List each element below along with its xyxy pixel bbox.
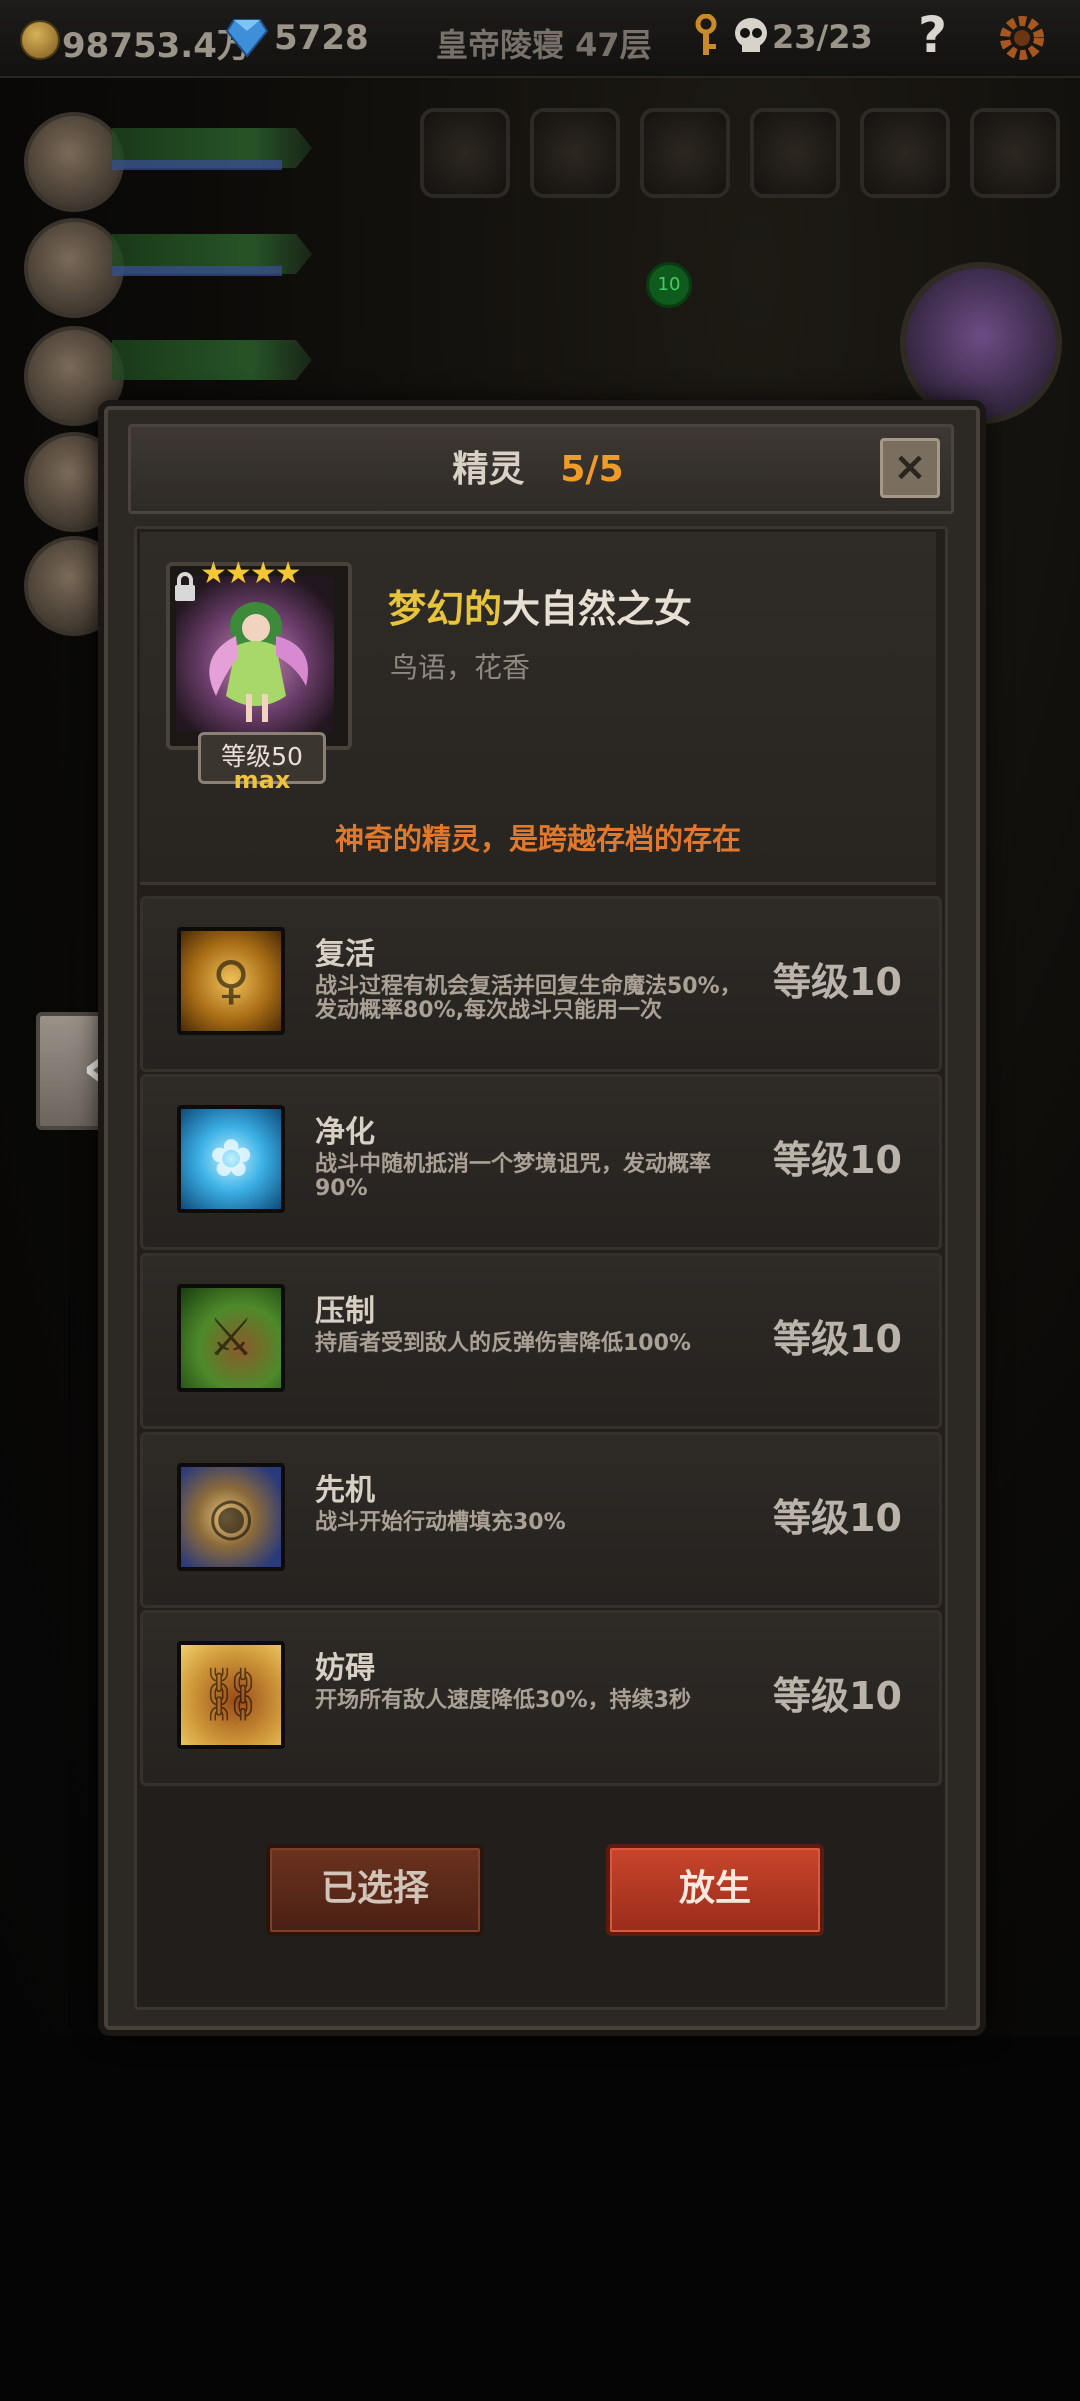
skill-row-revive[interactable]: ♀ 复活 战斗过程有机会复活并回复生命魔法50%，发动概率80%,每次战斗只能用… — [140, 896, 942, 1072]
skill-row-purify[interactable]: ✿ 净化 战斗中随机抵消一个梦境诅咒，发动概率90% 等级10 — [140, 1074, 942, 1250]
hero-avatar-1[interactable] — [24, 112, 124, 212]
skill-row-hinder[interactable]: ⛓ 妨碍 开场所有敌人速度降低30%，持续3秒 等级10 — [140, 1610, 942, 1786]
skill-name: 压制 — [315, 1294, 375, 1329]
scene-badge: 10 — [646, 262, 692, 308]
skill-description: 战斗过程有机会复活并回复生命魔法50%，发动概率80%,每次战斗只能用一次 — [315, 974, 742, 1023]
gem-icon — [225, 18, 269, 62]
purify-flower-icon: ✿ — [177, 1105, 285, 1213]
close-button[interactable]: × — [880, 438, 940, 498]
help-icon[interactable]: ? — [918, 6, 947, 64]
skill-name: 先机 — [315, 1473, 375, 1508]
skill-level: 等级10 — [773, 1496, 902, 1540]
rarity-stars: ★★★★ — [200, 556, 302, 591]
spirit-name-main: 大自然之女 — [502, 587, 693, 631]
item-slot-horn[interactable] — [750, 108, 840, 198]
gem-amount: 5728 — [274, 18, 369, 58]
hero-hp-bar-3 — [112, 340, 312, 380]
revive-figure-icon: ♀ — [211, 951, 251, 1011]
dialog-title-label: 精灵 — [452, 449, 525, 490]
skill-name: 净化 — [315, 1115, 375, 1150]
location-label: 皇帝陵寝 47层 — [436, 26, 652, 64]
skill-name: 复活 — [315, 937, 375, 972]
item-slot-feather[interactable] — [530, 108, 620, 198]
skill-level: 等级10 — [773, 1674, 902, 1718]
revive-icon: ♀ — [177, 927, 285, 1035]
skill-row-initiative[interactable]: ◉ 先机 战斗开始行动槽填充30% 等级10 — [140, 1432, 942, 1608]
flower-icon: ✿ — [209, 1129, 253, 1189]
hero-avatar-2[interactable] — [24, 218, 124, 318]
item-slot-pouch[interactable] — [970, 108, 1060, 198]
suppress-icon: ⚔ — [177, 1284, 285, 1392]
skill-description: 战斗开始行动槽填充30% — [315, 1510, 566, 1535]
spirit-description: 神奇的精灵，是跨越存档的存在 — [334, 822, 741, 856]
leopard-head-icon: ◉ — [208, 1487, 254, 1547]
kill-counter: 23/23 — [772, 18, 873, 56]
hero-mp-bar-2 — [112, 266, 282, 276]
claw-icon: ⚔ — [207, 1308, 255, 1368]
spirit-portrait-art — [176, 576, 334, 732]
spirit-level-max: max — [233, 766, 291, 794]
spirit-portrait-background[interactable] — [900, 262, 1062, 424]
spirit-subtitle: 鸟语，花香 — [390, 651, 531, 684]
skill-description: 战斗中随机抵消一个梦境诅咒，发动概率90% — [315, 1152, 712, 1201]
chained-boot-icon: ⛓ — [177, 1641, 285, 1749]
key-icon — [692, 13, 720, 62]
skill-description: 开场所有敌人速度降低30%，持续3秒 — [315, 1688, 691, 1713]
spirit-name: 梦幻的大自然之女 — [388, 578, 692, 633]
item-slot-bell[interactable] — [420, 108, 510, 198]
dialog-title: 精灵 5/5 — [128, 440, 948, 492]
gold-amount: 98753.4万 — [62, 26, 251, 66]
gold-coin-icon — [20, 20, 60, 60]
item-slot-vortex[interactable] — [860, 108, 950, 198]
lock-icon[interactable] — [174, 572, 196, 609]
boot-icon: ⛓ — [197, 1665, 264, 1725]
selected-button[interactable]: 已选择 — [266, 1844, 484, 1936]
skill-level: 等级10 — [773, 1138, 902, 1182]
skill-name: 妨碍 — [315, 1651, 375, 1686]
close-icon: × — [893, 444, 927, 490]
release-button[interactable]: 放生 — [606, 1844, 824, 1936]
spirit-name-prefix: 梦幻的 — [388, 587, 503, 631]
leopard-icon: ◉ — [177, 1463, 285, 1571]
skill-description: 持盾者受到敌人的反弹伤害降低100% — [315, 1331, 691, 1356]
skill-row-suppress[interactable]: ⚔ 压制 持盾者受到敌人的反弹伤害降低100% 等级10 — [140, 1253, 942, 1429]
skull-icon — [732, 16, 770, 60]
item-slot-flute[interactable] — [640, 108, 730, 198]
spirit-count: 5/5 — [560, 449, 624, 490]
skill-level: 等级10 — [773, 960, 902, 1004]
skill-level: 等级10 — [773, 1317, 902, 1361]
settings-gear-icon[interactable] — [996, 12, 1048, 68]
hero-mp-bar-1 — [112, 160, 282, 170]
